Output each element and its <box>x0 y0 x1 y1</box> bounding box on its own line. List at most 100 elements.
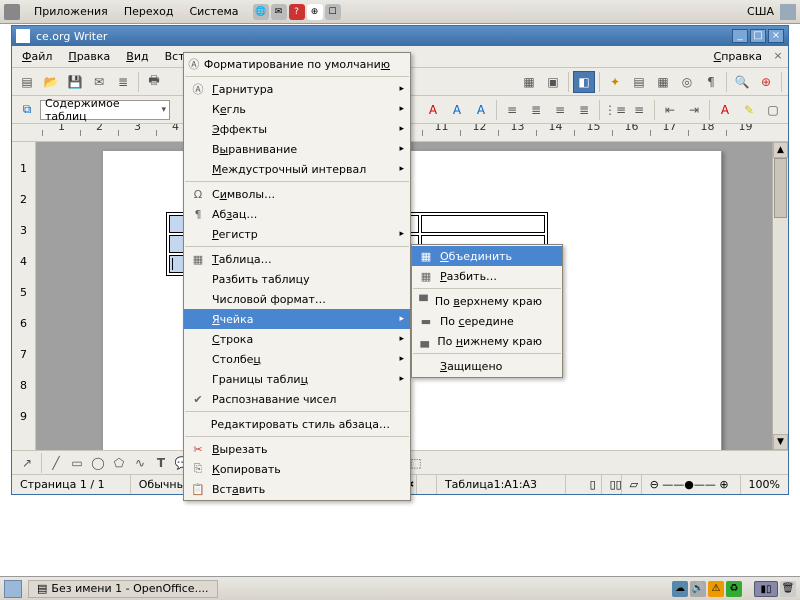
submenu-align-top[interactable]: ▀По верхнему краю <box>412 291 562 311</box>
table-button[interactable]: ▦ <box>518 71 540 93</box>
menu-view[interactable]: Вид <box>118 47 156 66</box>
styles-button[interactable]: ⧉ <box>16 99 38 121</box>
zoom-value[interactable]: 100% <box>741 475 788 494</box>
tray-icon[interactable]: 🔊 <box>690 581 706 597</box>
ctx-row[interactable]: Строка▸ <box>184 329 410 349</box>
ctx-number-format[interactable]: Числовой формат… <box>184 289 410 309</box>
gnome-menu-places[interactable]: Переход <box>116 5 182 18</box>
align-justify-button[interactable]: ≣ <box>573 99 595 121</box>
ctx-paste[interactable]: 📋Вставить <box>184 479 410 499</box>
email-button[interactable]: ✉ <box>88 71 110 93</box>
workspace-switcher[interactable]: ▮▯ <box>754 581 778 597</box>
select-tool[interactable]: ↗ <box>18 454 36 472</box>
shutdown-icon[interactable] <box>780 4 796 20</box>
align-right-button[interactable]: ≡ <box>549 99 571 121</box>
align-center-button[interactable]: ≣ <box>525 99 547 121</box>
ctx-effects[interactable]: Эффекты▸ <box>184 119 410 139</box>
vertical-scrollbar[interactable]: ▲ ▼ <box>772 142 788 450</box>
increase-indent-button[interactable]: ⇥ <box>683 99 705 121</box>
toolbar-button[interactable]: ▣ <box>542 71 564 93</box>
submenu-protected[interactable]: Защищено <box>412 356 562 376</box>
status-signature[interactable] <box>417 475 437 494</box>
toolbar-button[interactable]: ✦ <box>604 71 626 93</box>
submenu-align-bottom[interactable]: ▄По нижнему краю <box>412 331 562 351</box>
font-color-button[interactable]: A <box>422 99 444 121</box>
tray-icon[interactable]: ⚠ <box>708 581 724 597</box>
toolbar-button[interactable]: ◧ <box>573 71 595 93</box>
print-button[interactable]: 🖶 <box>143 71 165 93</box>
ctx-alignment[interactable]: Выравнивание▸ <box>184 139 410 159</box>
open-button[interactable]: 📂 <box>40 71 62 93</box>
toolbar-button[interactable]: ▦ <box>652 71 674 93</box>
view-layout-book[interactable]: ▱ <box>622 475 642 494</box>
toolbar-button[interactable]: ✎ <box>738 99 760 121</box>
taskbar-item[interactable]: ▤ Без имени 1 - OpenOffice.... <box>28 580 218 598</box>
tray-icon[interactable]: ☐ <box>325 4 341 20</box>
menu-file[interactable]: Файл <box>14 47 60 66</box>
ctx-copy[interactable]: ⎘Копировать <box>184 459 410 479</box>
decrease-indent-button[interactable]: ⇤ <box>659 99 681 121</box>
ctx-borders[interactable]: Границы таблиц▸ <box>184 369 410 389</box>
show-desktop-button[interactable] <box>4 580 22 598</box>
pdf-button[interactable]: ≣ <box>112 71 134 93</box>
maximize-button[interactable]: □ <box>750 29 766 43</box>
toolbar-button[interactable]: ▤ <box>628 71 650 93</box>
tray-icon[interactable]: ? <box>289 4 305 20</box>
ctx-split-table[interactable]: Разбить таблицу <box>184 269 410 289</box>
titlebar[interactable]: ce.org Writer _ □ × <box>12 26 788 46</box>
gnome-menu-applications[interactable]: Приложения <box>26 5 116 18</box>
view-layout-single[interactable]: ▯ <box>582 475 602 494</box>
view-layout-multi[interactable]: ▯▯ <box>602 475 622 494</box>
ctx-cut[interactable]: ✂Вырезать <box>184 439 410 459</box>
save-button[interactable]: 💾 <box>64 71 86 93</box>
toolbar-button[interactable]: ◎ <box>676 71 698 93</box>
line-tool[interactable]: ╱ <box>47 454 65 472</box>
scroll-down-button[interactable]: ▼ <box>773 434 788 450</box>
ctx-default-formatting[interactable]: ⒶФорматирование по умолчанию <box>184 54 410 74</box>
ellipse-tool[interactable]: ◯ <box>89 454 107 472</box>
zoom-button[interactable]: 🔍 <box>731 71 753 93</box>
trash-icon[interactable]: 🗑 <box>780 581 796 597</box>
help-button[interactable]: ⊕ <box>755 71 777 93</box>
ctx-table[interactable]: ▦Таблица… <box>184 249 410 269</box>
keyboard-layout-indicator[interactable]: США <box>741 5 780 18</box>
ctx-font[interactable]: ⒶГарнитура▸ <box>184 79 410 99</box>
text-tool[interactable]: T <box>152 454 170 472</box>
ctx-case[interactable]: Регистр▸ <box>184 224 410 244</box>
table-cell[interactable] <box>421 215 545 233</box>
list-button[interactable]: ⋮≡ <box>604 99 626 121</box>
ctx-number-recognition[interactable]: ✔Распознавание чисел <box>184 389 410 409</box>
ctx-paragraph[interactable]: ¶Абзац… <box>184 204 410 224</box>
paragraph-style-dropdown[interactable]: Содержимое таблиц <box>40 100 170 120</box>
zoom-slider[interactable]: ⊖ ——●—— ⊕ <box>642 475 741 494</box>
numbered-list-button[interactable]: ≡ <box>628 99 650 121</box>
submenu-merge[interactable]: ▦Объединить <box>412 246 562 266</box>
submenu-align-center[interactable]: ▬По середине <box>412 311 562 331</box>
minimize-button[interactable]: _ <box>732 29 748 43</box>
vertical-ruler[interactable]: 123456789 <box>12 142 36 450</box>
ctx-symbols[interactable]: ΩСимволы… <box>184 184 410 204</box>
close-document-button[interactable]: × <box>770 49 786 65</box>
close-button[interactable]: × <box>768 29 784 43</box>
submenu-split[interactable]: ▦Разбить… <box>412 266 562 286</box>
ctx-line-spacing[interactable]: Междустрочный интервал▸ <box>184 159 410 179</box>
highlight-button[interactable]: A <box>446 99 468 121</box>
ctx-size[interactable]: Кегль▸ <box>184 99 410 119</box>
align-left-button[interactable]: ≡ <box>501 99 523 121</box>
tray-icon[interactable]: ⊕ <box>307 4 323 20</box>
scroll-thumb[interactable] <box>774 158 787 218</box>
bg-color-button[interactable]: A <box>470 99 492 121</box>
tray-icon[interactable]: ☁ <box>672 581 688 597</box>
menu-help[interactable]: Справка <box>706 47 770 66</box>
curve-tool[interactable]: ∿ <box>131 454 149 472</box>
tray-icon[interactable]: ♻ <box>726 581 742 597</box>
ctx-cell[interactable]: Ячейка▸ <box>184 309 410 329</box>
scroll-up-button[interactable]: ▲ <box>773 142 788 158</box>
ctx-column[interactable]: Столбец▸ <box>184 349 410 369</box>
menu-edit[interactable]: Правка <box>60 47 118 66</box>
polygon-tool[interactable]: ⬠ <box>110 454 128 472</box>
rect-tool[interactable]: ▭ <box>68 454 86 472</box>
toolbar-button[interactable]: ▢ <box>762 99 784 121</box>
toolbar-button[interactable]: A <box>714 99 736 121</box>
new-doc-button[interactable]: ▤ <box>16 71 38 93</box>
